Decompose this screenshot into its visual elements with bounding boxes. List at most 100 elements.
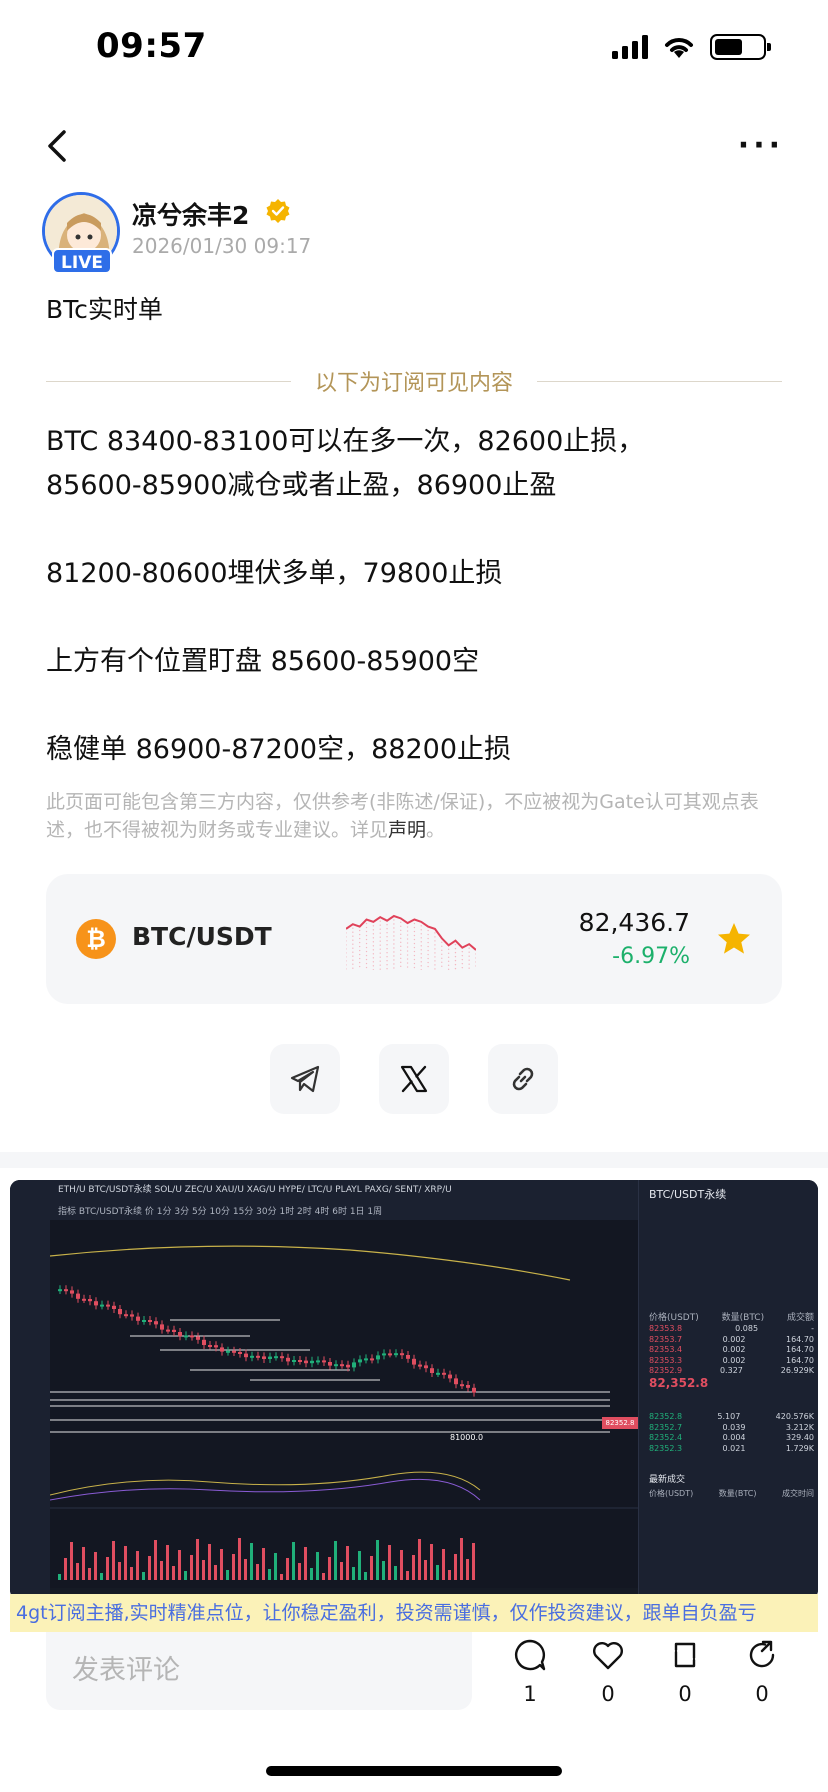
candle	[382, 1353, 386, 1356]
section-separator	[0, 1152, 828, 1168]
comment-input[interactable]: 发表评论	[46, 1632, 472, 1710]
chart-target-label: 81000.0	[450, 1433, 484, 1442]
post-line: 81200-80600埋伏多单，79800止损	[46, 558, 503, 589]
disclaimer-link[interactable]: 声明	[388, 819, 426, 841]
candle	[328, 1362, 332, 1366]
share-telegram-button[interactable]	[270, 1044, 340, 1114]
share-button[interactable]: 0	[732, 1638, 792, 1706]
chart-left-rail	[10, 1180, 50, 1600]
like-button[interactable]: 0	[578, 1638, 638, 1706]
candle	[340, 1364, 344, 1367]
candle	[454, 1378, 458, 1385]
candle	[280, 1356, 284, 1359]
candle	[226, 1350, 230, 1353]
volume-bar	[106, 1557, 109, 1580]
verified-badge-icon	[266, 199, 290, 223]
volume-bar	[58, 1574, 61, 1580]
volume-bar	[232, 1554, 235, 1580]
candle	[106, 1304, 110, 1307]
volume-bar	[166, 1545, 169, 1580]
comment-icon	[515, 1639, 546, 1671]
candle	[70, 1290, 74, 1294]
disclaimer-end: 。	[426, 819, 446, 841]
orderbook-header: 价格(USDT) 数量(BTC) 成交额	[649, 1313, 814, 1323]
candle	[82, 1298, 86, 1301]
volume-bar	[388, 1545, 391, 1580]
volume-bar	[112, 1541, 115, 1580]
volume-bar	[292, 1542, 295, 1580]
candle	[370, 1358, 374, 1361]
candle	[268, 1356, 272, 1359]
author-name[interactable]: 凉兮余丰2	[132, 196, 249, 232]
candle	[256, 1355, 260, 1358]
volume-bar	[376, 1540, 379, 1580]
candle	[352, 1362, 356, 1368]
live-badge: LIVE	[52, 248, 112, 274]
ticker-change: -6.97%	[612, 944, 690, 969]
favorite-star-icon[interactable]	[716, 922, 752, 956]
volume-bar	[310, 1568, 313, 1580]
candle	[142, 1320, 146, 1322]
volume-bar	[430, 1544, 433, 1580]
candle	[238, 1352, 242, 1354]
comment-button[interactable]: 1	[500, 1638, 560, 1706]
post-line: 稳健单 86900-87200空，88200止损	[46, 734, 511, 765]
post-line: BTC 83400-83100可以在多一次，82600止损，	[46, 426, 645, 457]
candle	[274, 1356, 278, 1359]
candle	[220, 1347, 224, 1352]
volume-bar	[364, 1572, 367, 1580]
volume-bar	[88, 1568, 91, 1580]
volume-bar	[136, 1551, 139, 1580]
volume-bar	[148, 1556, 151, 1580]
volume-bar	[382, 1561, 385, 1580]
orderbook-row: 82353.8 0.085-	[649, 1324, 814, 1333]
volume-bar	[244, 1559, 247, 1580]
ticker-card[interactable]: ₿ BTC/USDT 82,436.7 -6.97%	[46, 874, 782, 1004]
orderbook-asks: 82353.8 0.085-82353.7 0.002 164.70 82353.4 0.…	[649, 1324, 814, 1377]
heart-icon	[593, 1642, 623, 1670]
candle	[400, 1353, 404, 1356]
candle	[406, 1355, 410, 1359]
orderbook-row: 82352.4 0.004 329.40	[649, 1433, 814, 1442]
orderbook-title: BTC/USDT永续	[649, 1188, 727, 1201]
bitcoin-icon: ₿	[76, 919, 116, 959]
candle	[94, 1301, 98, 1306]
back-icon[interactable]	[40, 126, 76, 166]
volume-bar	[256, 1564, 259, 1580]
candle	[442, 1372, 446, 1375]
candle	[472, 1387, 476, 1393]
candle	[130, 1314, 134, 1317]
candle	[232, 1350, 236, 1353]
candle	[376, 1355, 380, 1360]
share-x-button[interactable]	[379, 1044, 449, 1114]
volume-bar	[94, 1552, 97, 1580]
candle	[202, 1339, 206, 1345]
more-options-icon[interactable]: ···	[738, 128, 784, 163]
volume-bar	[202, 1560, 205, 1580]
candle	[76, 1293, 80, 1299]
candle	[196, 1336, 200, 1340]
volume-bar	[370, 1556, 373, 1580]
volume-bar	[172, 1566, 175, 1580]
volume-bar	[184, 1571, 187, 1580]
candle	[154, 1321, 158, 1325]
volume-bar	[100, 1573, 103, 1580]
copy-link-button[interactable]	[488, 1044, 558, 1114]
candle	[214, 1345, 218, 1348]
candle	[262, 1356, 266, 1359]
repost-button[interactable]: 0	[655, 1638, 715, 1706]
volume-bar	[238, 1538, 241, 1580]
subscription-banner: 4gt订阅主播,实时精准点位，让你稳定盈利，投资需谨慎，仅作投资建议，跟单自负盈…	[10, 1594, 818, 1632]
volume-bar	[250, 1543, 253, 1580]
volume-bar	[346, 1546, 349, 1580]
trading-chart-overlay[interactable]: ETH/U BTC/USDT永续 SOL/U ZEC/U XAU/U XAG/U…	[10, 1180, 818, 1600]
volume-bar	[196, 1539, 199, 1580]
candle	[358, 1359, 362, 1363]
orderbook-row: 82352.3 0.021 1.729K	[649, 1443, 814, 1453]
candle	[136, 1316, 140, 1321]
volume-bar	[262, 1548, 265, 1580]
volume-bar	[304, 1547, 307, 1580]
x-icon	[400, 1065, 428, 1093]
volume-bar	[448, 1570, 451, 1580]
volume-bar	[64, 1558, 67, 1580]
